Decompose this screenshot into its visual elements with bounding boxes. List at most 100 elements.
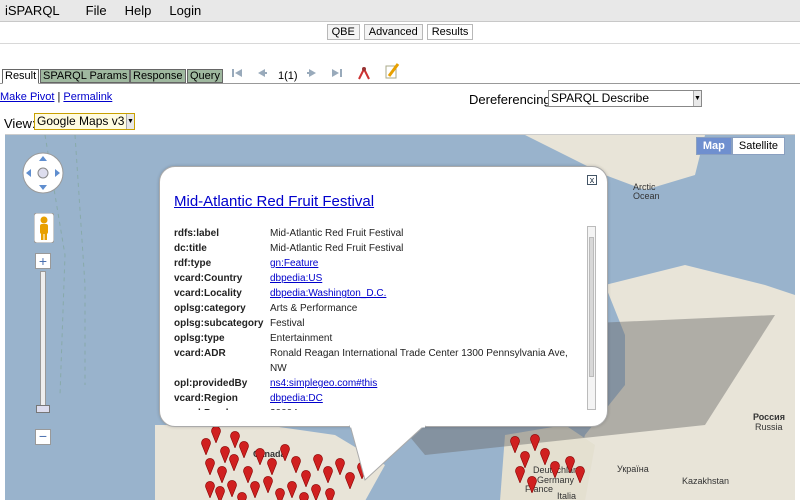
map-label-kazakhstan: Kazakhstan	[682, 476, 730, 486]
property-key: oplsg:type	[174, 333, 225, 344]
map-marker-icon[interactable]	[510, 435, 520, 453]
tab-advanced[interactable]: Advanced	[363, 24, 423, 40]
property-key: vcard:Region	[174, 393, 238, 404]
map-marker-icon[interactable]	[540, 447, 550, 465]
menu-bar: iSPARQL File Help Login	[0, 0, 800, 22]
map-marker-icon[interactable]	[275, 487, 285, 500]
map-marker-icon[interactable]	[291, 455, 301, 473]
property-value[interactable]: dbpedia:US	[270, 271, 586, 286]
next-page-icon[interactable]	[306, 66, 320, 80]
map-marker-icon[interactable]	[313, 453, 323, 471]
property-value: Mid-Atlantic Red Fruit Festival	[270, 228, 404, 239]
info-window-tail	[349, 425, 426, 481]
map-marker-icon[interactable]	[515, 465, 525, 483]
map-marker-icon[interactable]	[311, 483, 321, 500]
property-key: vcard:ADR	[174, 348, 226, 359]
view-value: Google Maps v3	[37, 114, 125, 128]
properties-table: rdfs:label Mid-Atlantic Red Fruit Festiva…	[174, 226, 598, 410]
map-marker-icon[interactable]	[325, 487, 335, 500]
make-pivot-link[interactable]: Make Pivot	[0, 91, 54, 103]
map-marker-icon[interactable]	[201, 437, 211, 455]
property-value: Entertainment	[270, 333, 333, 344]
zoom-in-button[interactable]: +	[35, 253, 51, 269]
permalink-link[interactable]: Permalink	[63, 91, 112, 103]
previous-page-icon[interactable]	[254, 66, 268, 80]
view-select[interactable]: Google Maps v3 ▼	[34, 113, 135, 130]
first-page-icon[interactable]	[230, 66, 244, 80]
scrollbar-thumb[interactable]	[589, 237, 594, 377]
map-marker-icon[interactable]	[527, 475, 537, 493]
popup-scrollbar[interactable]	[587, 226, 596, 410]
property-row: oplsg:category Arts & Performance	[174, 301, 598, 316]
map-label-ukraine: Україна	[617, 464, 649, 474]
tab-result[interactable]: Result	[2, 69, 40, 84]
tab-response[interactable]: Response	[130, 69, 186, 83]
map-marker-icon[interactable]	[205, 457, 215, 475]
property-key: rdfs:label	[174, 228, 220, 239]
map-marker-icon[interactable]	[267, 457, 277, 475]
property-key: vcard:Locality	[174, 288, 242, 299]
map-marker-icon[interactable]	[287, 480, 297, 498]
chevron-down-icon: ▼	[126, 114, 134, 129]
map-marker-icon[interactable]	[237, 491, 247, 500]
map-marker-icon[interactable]	[255, 447, 265, 465]
result-links: Make Pivot | Permalink	[0, 91, 112, 103]
property-row: opl:providedBy ns4:simplegeo.com#this	[174, 376, 598, 391]
map-marker-icon[interactable]	[229, 453, 239, 471]
page-indicator: 1(1)	[278, 70, 298, 82]
property-key: opl:providedBy	[174, 378, 248, 389]
graph-icon[interactable]	[356, 66, 372, 82]
map-label-russia-latin: Russia	[755, 422, 783, 432]
property-row: dc:title Mid-Atlantic Red Fruit Festival	[174, 241, 598, 256]
property-value: Ronald Reagan International Trade Center…	[270, 348, 568, 374]
map-marker-icon[interactable]	[565, 455, 575, 473]
tab-query[interactable]: Query	[187, 69, 223, 83]
map-marker-icon[interactable]	[280, 443, 290, 461]
map-marker-icon[interactable]	[217, 465, 227, 483]
tab-sparql-params[interactable]: SPARQL Params	[40, 69, 131, 83]
zoom-slider-handle[interactable]	[36, 405, 50, 413]
popup-title-link[interactable]: Mid-Atlantic Red Fruit Festival	[174, 193, 374, 210]
satellite-button[interactable]: Satellite	[731, 137, 785, 155]
property-key: oplsg:subcategory	[174, 318, 264, 329]
property-key: rdf:type	[174, 258, 212, 269]
map-marker-icon[interactable]	[215, 485, 225, 500]
street-view-pegman-icon[interactable]	[34, 213, 54, 243]
property-row: rdfs:label Mid-Atlantic Red Fruit Festiva…	[174, 226, 598, 241]
tab-results[interactable]: Results	[426, 24, 474, 40]
view-label: View:	[4, 116, 36, 131]
map-button[interactable]: Map	[695, 137, 732, 155]
edit-icon[interactable]	[384, 62, 400, 80]
zoom-slider-track[interactable]	[40, 271, 46, 411]
menu-help[interactable]: Help	[125, 3, 152, 18]
pan-control-icon[interactable]	[21, 151, 65, 195]
map-marker-icon[interactable]	[263, 475, 273, 493]
map-marker-icon[interactable]	[575, 465, 585, 483]
close-icon[interactable]: x	[587, 175, 597, 185]
map-marker-icon[interactable]	[227, 479, 237, 497]
property-row: oplsg:subcategory Festival	[174, 316, 598, 331]
link-separator: |	[57, 91, 61, 103]
last-page-icon[interactable]	[330, 66, 344, 80]
dereferencing-select[interactable]: SPARQL Describe ▼	[548, 90, 702, 107]
map-marker-icon[interactable]	[299, 491, 309, 500]
map-marker-icon[interactable]	[211, 425, 221, 443]
map-marker-icon[interactable]	[550, 460, 560, 478]
map-marker-icon[interactable]	[250, 480, 260, 498]
property-value[interactable]: ns4:simplegeo.com#this	[270, 376, 586, 391]
map-marker-icon[interactable]	[239, 440, 249, 458]
property-value[interactable]: dbpedia:DC	[270, 391, 586, 406]
menu-file[interactable]: File	[86, 3, 107, 18]
map-marker-icon[interactable]	[301, 469, 311, 487]
zoom-out-button[interactable]: −	[35, 429, 51, 445]
property-key: vcard:Pcode	[174, 406, 270, 410]
property-value: Festival	[270, 318, 305, 329]
map-marker-icon[interactable]	[530, 433, 540, 451]
map-marker-icon[interactable]	[205, 480, 215, 498]
property-row: vcard:Region dbpedia:DC	[174, 391, 598, 406]
tab-qbe[interactable]: QBE	[326, 24, 360, 40]
property-value[interactable]: gn:Feature	[270, 256, 586, 271]
dereferencing-label: Dereferencing:	[469, 92, 555, 107]
property-value[interactable]: dbpedia:Washington_D.C.	[270, 286, 586, 301]
menu-login[interactable]: Login	[169, 3, 201, 18]
